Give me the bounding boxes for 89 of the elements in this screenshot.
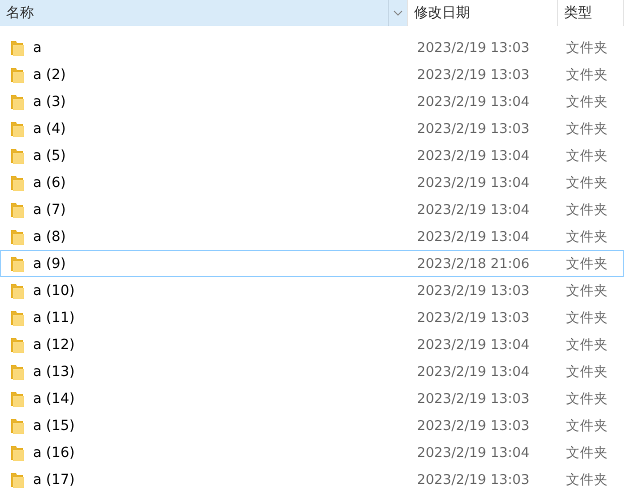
file-name: a (8)	[33, 228, 66, 244]
column-header[interactable]: 名称	[0, 0, 408, 26]
file-name: a (13)	[33, 364, 75, 380]
modified-date: 2023/2/19 13:04	[416, 364, 530, 380]
file-row[interactable]: a (13) 2023/2/19 13:04 文件夹	[0, 358, 624, 385]
file-row[interactable]: a (17) 2023/2/19 13:03 文件夹	[0, 466, 624, 493]
file-name: a (6)	[33, 174, 66, 190]
file-type: 文件夹	[565, 174, 609, 192]
folder-icon	[11, 94, 24, 110]
modified-date: 2023/2/19 13:03	[416, 472, 530, 488]
file-type: 文件夹	[565, 336, 609, 354]
file-name: a (5)	[33, 148, 66, 164]
file-name: a (11)	[33, 310, 75, 326]
folder-icon	[11, 310, 24, 326]
file-type: 文件夹	[565, 362, 609, 380]
modified-date: 2023/2/19 13:03	[416, 390, 530, 406]
file-row[interactable]: a (5) 2023/2/19 13:04 文件夹	[0, 142, 624, 169]
file-name: a (12)	[33, 336, 75, 352]
column-header[interactable]: 修改日期	[408, 0, 558, 26]
file-row[interactable]: a (8) 2023/2/19 13:04 文件夹	[0, 223, 624, 250]
modified-date: 2023/2/19 13:03	[416, 120, 530, 136]
file-row[interactable]: a (15) 2023/2/19 13:03 文件夹	[0, 412, 624, 439]
file-type: 文件夹	[565, 146, 609, 164]
sort-caret-icon	[393, 10, 403, 16]
file-type: 文件夹	[565, 308, 609, 326]
modified-date: 2023/2/19 13:04	[416, 202, 530, 218]
modified-date: 2023/2/19 13:03	[416, 40, 530, 56]
file-type: 文件夹	[565, 444, 609, 462]
file-row[interactable]: a (3) 2023/2/19 13:04 文件夹	[0, 88, 624, 115]
modified-date: 2023/2/19 13:04	[416, 174, 530, 190]
folder-icon	[11, 444, 24, 460]
file-type: 文件夹	[565, 390, 609, 408]
modified-date: 2023/2/19 13:04	[416, 228, 530, 244]
file-name: a (9)	[33, 256, 66, 272]
folder-icon	[11, 120, 24, 136]
file-type: 文件夹	[565, 66, 609, 84]
modified-date: 2023/2/18 21:06	[416, 256, 530, 272]
file-name: a (14)	[33, 390, 75, 406]
file-type: 文件夹	[565, 282, 609, 300]
file-name: a (15)	[33, 418, 75, 434]
file-type: 文件夹	[565, 200, 609, 218]
folder-icon	[11, 282, 24, 298]
modified-date: 2023/2/19 13:04	[416, 94, 530, 110]
file-name: a (4)	[33, 120, 66, 136]
file-type: 文件夹	[565, 120, 609, 138]
modified-date: 2023/2/19 13:03	[416, 66, 530, 82]
column-header[interactable]: 类型	[558, 0, 624, 26]
file-row[interactable]: a (14) 2023/2/19 13:03 文件夹	[0, 385, 624, 412]
folder-icon	[11, 364, 24, 380]
folder-icon	[11, 390, 24, 406]
modified-date: 2023/2/19 13:03	[416, 282, 530, 298]
file-row[interactable]: a (11) 2023/2/19 13:03 文件夹	[0, 304, 624, 331]
file-row[interactable]: a (12) 2023/2/19 13:04 文件夹	[0, 331, 624, 358]
file-row[interactable]: a (2) 2023/2/19 13:03 文件夹	[0, 61, 624, 88]
folder-icon	[11, 148, 24, 164]
file-type: 文件夹	[565, 228, 609, 246]
file-name: a (17)	[33, 472, 75, 488]
modified-date: 2023/2/19 13:04	[416, 444, 530, 460]
file-name: a	[33, 40, 42, 56]
file-type: 文件夹	[565, 416, 609, 434]
folder-icon	[11, 418, 24, 434]
file-type: 文件夹	[565, 92, 609, 110]
file-row[interactable]: a (16) 2023/2/19 13:04 文件夹	[0, 439, 624, 466]
file-name: a (10)	[33, 282, 75, 298]
folder-icon	[11, 174, 24, 190]
file-row[interactable]: a (4) 2023/2/19 13:03 文件夹	[0, 115, 624, 142]
folder-icon	[11, 256, 24, 272]
file-name: a (2)	[33, 66, 66, 82]
folder-icon	[11, 336, 24, 352]
file-row[interactable]: a (10) 2023/2/19 13:03 文件夹	[0, 277, 624, 304]
file-type: 文件夹	[565, 254, 609, 272]
file-type: 文件夹	[565, 38, 609, 56]
file-name: a (3)	[33, 94, 66, 110]
folder-icon	[11, 472, 24, 488]
folder-icon	[11, 202, 24, 218]
file-row[interactable]: a (6) 2023/2/19 13:04 文件夹	[0, 169, 624, 196]
file-row[interactable]: a (9) 2023/2/18 21:06 文件夹	[0, 250, 624, 277]
modified-date: 2023/2/19 13:03	[416, 310, 530, 326]
file-row[interactable]: a 2023/2/19 13:03 文件夹	[0, 34, 624, 61]
folder-icon	[11, 228, 24, 244]
file-name: a (7)	[33, 202, 66, 218]
file-type: 文件夹	[565, 470, 609, 488]
folder-icon	[11, 40, 24, 56]
modified-date: 2023/2/19 13:03	[416, 418, 530, 434]
folder-icon	[11, 66, 24, 82]
modified-date: 2023/2/19 13:04	[416, 336, 530, 352]
modified-date: 2023/2/19 13:04	[416, 148, 530, 164]
file-row[interactable]: a (7) 2023/2/19 13:04 文件夹	[0, 196, 624, 223]
file-name: a (16)	[33, 444, 75, 460]
